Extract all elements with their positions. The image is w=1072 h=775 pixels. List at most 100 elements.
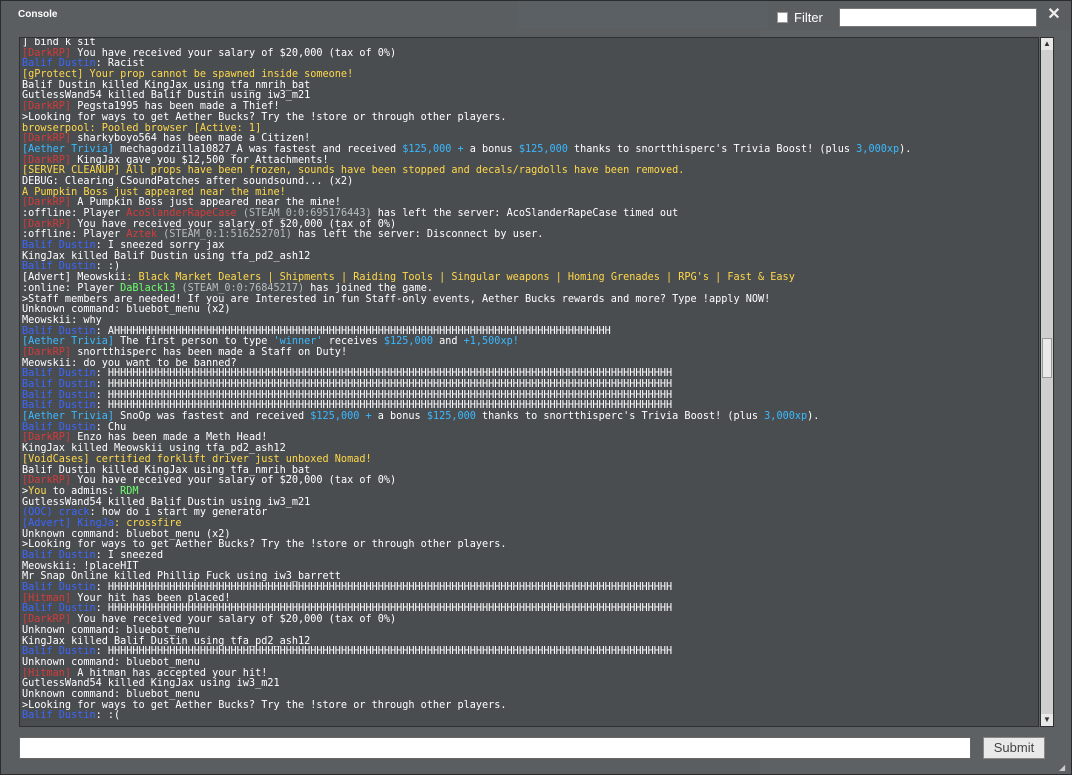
log-segment: [DarkRP] [22, 432, 78, 444]
log-segment: [gProtect] Your prop cannot be spawned i… [22, 69, 354, 81]
log-segment: You have received your salary of $20,000… [77, 614, 397, 626]
scroll-down-icon[interactable]: ▼ [1041, 714, 1053, 726]
log-segment: (STEAM_0:1:516252701) [163, 229, 299, 241]
log-segment: Unknown command: bluebot_menu [22, 688, 200, 700]
scrollbar[interactable]: ▲ ▼ [1040, 37, 1054, 727]
log-segment: Balif Dustin [22, 646, 96, 658]
log-segment: [DarkRP] [22, 197, 78, 209]
log-segment: 3,000xp [856, 143, 900, 155]
log-segment: : Racist [95, 58, 145, 70]
log-segment: thanks to snortthisperc's Trivia Boost! … [482, 411, 765, 423]
log-segment: 3,000xp [764, 411, 808, 423]
log-segment: Mr Snap Online killed Phillip Fuck using… [22, 571, 341, 583]
log-segment: [Hitman] [22, 592, 78, 604]
log-segment: Balif Dustin killed KingJax using tfa_nm… [22, 79, 311, 91]
log-segment: : Black Market Dealers | Shipments | Rai… [126, 272, 795, 284]
log-segment: :offline: Player [22, 229, 127, 241]
log-segment: [DarkRP] [22, 346, 78, 358]
log-segment: : AHHHHHHHHHHHHHHHHHHHHHHHHHHHHHHHHHHHHH… [95, 325, 611, 337]
log-segment: : HHHHHHHHHHHHHHHHHHHHHHHHHHHHHHHHHHHHHH… [95, 389, 673, 401]
scrollbar-thumb[interactable] [1042, 338, 1052, 378]
log-segment: [Aether Trivia] [22, 411, 121, 423]
filter-control[interactable]: Filter [777, 10, 823, 25]
log-segment: Balif Dustin [22, 368, 96, 380]
log-segment: (OOC) crack [22, 507, 90, 519]
filter-input[interactable] [839, 8, 1037, 27]
log-segment: The first person to type [120, 336, 274, 348]
log-segment: You have received your salary of $20,000… [77, 47, 397, 59]
log-segment: (STEAM_0:0:695176443) [242, 208, 378, 219]
log-segment: snortthisperc has been made a Staff on D… [77, 346, 348, 358]
log-segment: Balif Dustin [22, 389, 96, 401]
title-bar[interactable]: Console Filter ✕ [1, 1, 1071, 33]
log-segment: [DarkRP] [22, 133, 78, 145]
log-segment: has left the server: AcoSlanderRapeCase … [377, 208, 679, 219]
log-segment: [DarkRP] [22, 614, 78, 626]
log-segment: $125,000 [426, 411, 483, 423]
log-segment: : crossfire [114, 517, 182, 529]
log-segment: Balif Dustin [22, 58, 96, 70]
log-segment: Unknown command: bluebot_menu [22, 624, 200, 636]
log-segment: a bonus [469, 143, 519, 155]
log-segment: has joined the game. [310, 282, 433, 294]
log-segment: [DarkRP] [22, 47, 78, 59]
log-line: Unknown command: bluebot_menu (x2) [22, 304, 911, 316]
log-segment: DaBlack13 [120, 282, 182, 294]
log-segment: :offline: Player [22, 208, 127, 219]
console-log[interactable]: ] bind k sit [DarkRP] You have received y… [19, 37, 1039, 727]
log-segment: : HHHHHHHHHHHHHHHHHHHHHHHHHHHHHHHHHHHHHH… [95, 400, 673, 412]
log-segment: A Pumpkin Boss just appeared near the mi… [77, 197, 341, 209]
log-segment: AcoSlanderRapeCase [126, 208, 243, 219]
log-segment: Unknown command: bluebot_menu [22, 656, 200, 668]
log-segment: Balif Dustin [22, 710, 96, 722]
log-segment: >Staff members are needed! If you are In… [22, 293, 771, 305]
log-segment: : I sneezed [95, 550, 164, 561]
filter-checkbox[interactable] [777, 12, 788, 23]
log-segment: Meowskii: !placeHIT [22, 560, 139, 572]
log-line: KingJax killed Balif Dustin using tfa_pd… [22, 251, 911, 263]
log-segment: [DarkRP] [22, 154, 78, 166]
scroll-up-icon[interactable]: ▲ [1041, 38, 1053, 50]
log-line: Balif Dustin: I sneezed [22, 550, 911, 562]
log-segment: : Chu [95, 421, 127, 433]
submit-button[interactable]: Submit [983, 737, 1045, 759]
log-segment: 'winner' [273, 336, 329, 348]
log-segment: A hitman has accepted your hit! [77, 667, 268, 679]
log-segment: Enzo has been made a Meth Head! [77, 432, 268, 444]
log-segment: >Looking for ways to get Aether Bucks? T… [22, 539, 507, 551]
close-icon[interactable]: ✕ [1046, 6, 1062, 24]
log-line: [DarkRP] You have received your salary o… [22, 475, 911, 487]
log-line: Balif Dustin: :( [22, 710, 911, 722]
log-segment: KingJax killed Balif Dustin using tfa_pd… [22, 635, 311, 647]
log-segment: : HHHHHHHHHHHHHHHHHHHHHHHHHHHHHHHHHHHHHH… [95, 379, 673, 390]
log-segment: : HHHHHHHHHHHHHHHHHHHHHHHHHHHHHHHHHHHHHH… [95, 368, 673, 380]
filter-label: Filter [794, 10, 823, 25]
log-segment: You have received your salary of $20,000… [77, 218, 397, 230]
command-input[interactable] [19, 737, 971, 759]
log-segment: Balif Dustin [22, 400, 96, 412]
log-segment: Unknown command: bluebot_menu (x2) [22, 304, 231, 316]
log-segment: SnoOp was fastest and received [120, 411, 311, 423]
log-segment: RDM [120, 485, 139, 497]
log-segment: +1,500xp! [463, 336, 519, 348]
log-segment: Balif Dustin [22, 550, 96, 561]
log-segment: (STEAM_0:0:76845217) [181, 282, 311, 294]
log-segment: [Aether Trivia] [22, 336, 121, 348]
log-segment: : HHHHHHHHHHHHHHHHHHHHHHHHHHHHHHHHHHHHHH… [95, 582, 673, 594]
log-segment: You have received your salary of $20,000… [77, 475, 397, 487]
log-segment: $125,000 + [402, 143, 470, 155]
console-window: Console Filter ✕ ] bind k sit [DarkRP] Yo… [0, 0, 1072, 775]
log-segment: mechagodzilla10827_A was fastest and rec… [120, 143, 403, 155]
resize-grip-icon[interactable]: ◢ [1059, 763, 1069, 773]
log-segment: sharkyboyo564 has been made a Citizen! [77, 133, 311, 145]
log-segment: Balif Dustin [22, 325, 96, 337]
log-segment: GutlessWand54 killed Balif Dustin using … [22, 496, 311, 508]
log-segment: thanks to snortthisperc's Trivia Boost! … [574, 143, 857, 155]
log-segment: $125,000 + [310, 411, 378, 423]
log-segment: KingJax killed Meowskii using tfa_pd2_as… [22, 443, 286, 455]
log-segment: [DarkRP] [22, 101, 78, 113]
log-segment: Meowskii: do you want to be banned? [22, 357, 237, 369]
log-segment: a bonus [377, 411, 427, 423]
log-segment: Balif Dustin killed KingJax using tfa_nm… [22, 464, 311, 476]
log-segment: >Looking for ways to get Aether Bucks? T… [22, 699, 507, 711]
